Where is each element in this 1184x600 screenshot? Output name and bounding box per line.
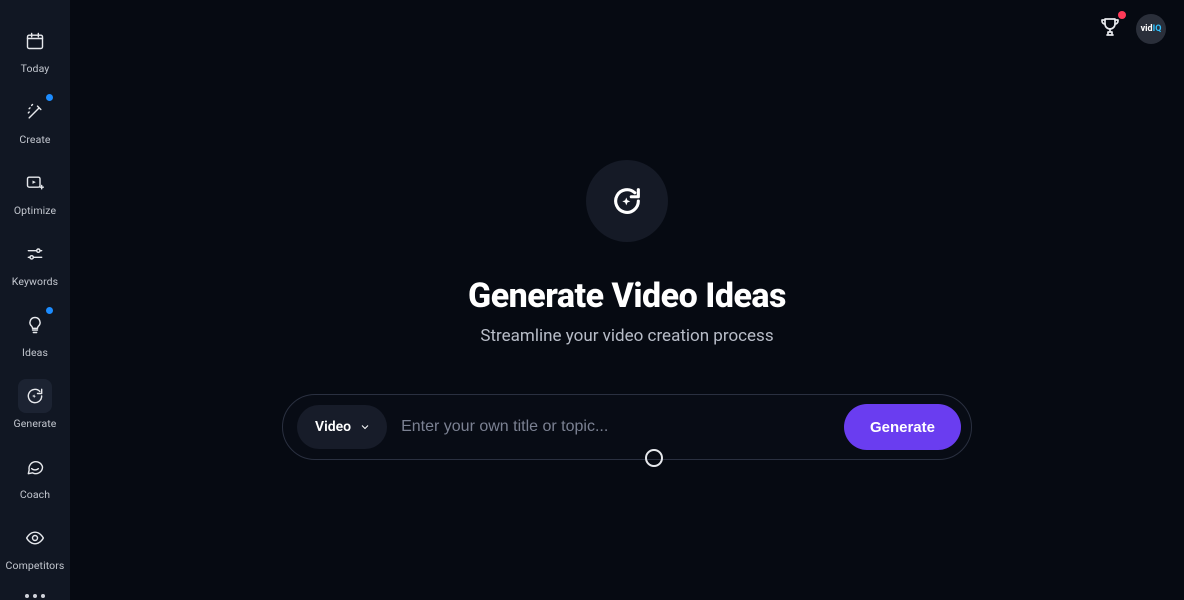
sidebar-item-label: Create: [19, 133, 50, 146]
hero: Generate Video Ideas Streamline your vid…: [468, 160, 786, 346]
sidebar-item-optimize[interactable]: Optimize: [0, 156, 70, 227]
topic-input[interactable]: [401, 418, 830, 436]
sidebar-item-label: Keywords: [12, 275, 58, 288]
brand-logo[interactable]: vidIQ: [1136, 14, 1166, 44]
sidebar-item-create[interactable]: Create: [0, 85, 70, 156]
chevron-down-icon: [359, 421, 371, 433]
refresh-ai-icon: [18, 379, 52, 413]
calendar-icon: [18, 24, 52, 58]
trophy-icon: [1098, 15, 1122, 39]
sidebar-item-today[interactable]: Today: [0, 14, 70, 85]
sidebar-item-label: Competitors: [6, 559, 65, 572]
main-content: vidIQ Generate Video Ideas Streamline yo…: [70, 0, 1184, 600]
sidebar-item-label: Coach: [20, 488, 50, 501]
chat-icon: [18, 450, 52, 484]
notification-dot: [46, 307, 53, 314]
generate-input-bar: Video Generate: [282, 394, 972, 460]
sidebar-item-keywords[interactable]: Keywords: [0, 227, 70, 298]
page-title: Generate Video Ideas: [468, 276, 786, 316]
cursor-ring: [645, 449, 663, 467]
eye-icon: [18, 521, 52, 555]
sliders-icon: [18, 237, 52, 271]
refresh-sparkle-icon: [610, 184, 644, 218]
wand-icon: [18, 95, 52, 129]
generate-button[interactable]: Generate: [844, 404, 961, 450]
sidebar-item-label: Optimize: [14, 204, 56, 217]
achievements-button[interactable]: [1098, 15, 1122, 43]
sidebar-item-generate[interactable]: Generate: [0, 369, 70, 440]
logo-text: vidIQ: [1141, 24, 1162, 34]
content-type-select[interactable]: Video: [297, 405, 387, 449]
sidebar: Today Create Optimize Keywords Ideas Gen…: [0, 0, 70, 600]
more-menu[interactable]: [13, 582, 57, 600]
notification-dot: [46, 94, 53, 101]
sidebar-item-label: Today: [21, 62, 50, 75]
content-type-label: Video: [315, 419, 351, 435]
sidebar-item-ideas[interactable]: Ideas: [0, 298, 70, 369]
sidebar-item-coach[interactable]: Coach: [0, 440, 70, 511]
hero-icon-wrap: [586, 160, 668, 242]
bulb-icon: [18, 308, 52, 342]
play-plus-icon: [18, 166, 52, 200]
sidebar-item-competitors[interactable]: Competitors: [0, 511, 70, 582]
page-subtitle: Streamline your video creation process: [480, 326, 773, 346]
sidebar-item-label: Ideas: [22, 346, 48, 359]
top-right-actions: vidIQ: [1098, 14, 1166, 44]
sidebar-item-label: Generate: [14, 417, 57, 430]
notification-dot: [1118, 11, 1126, 19]
